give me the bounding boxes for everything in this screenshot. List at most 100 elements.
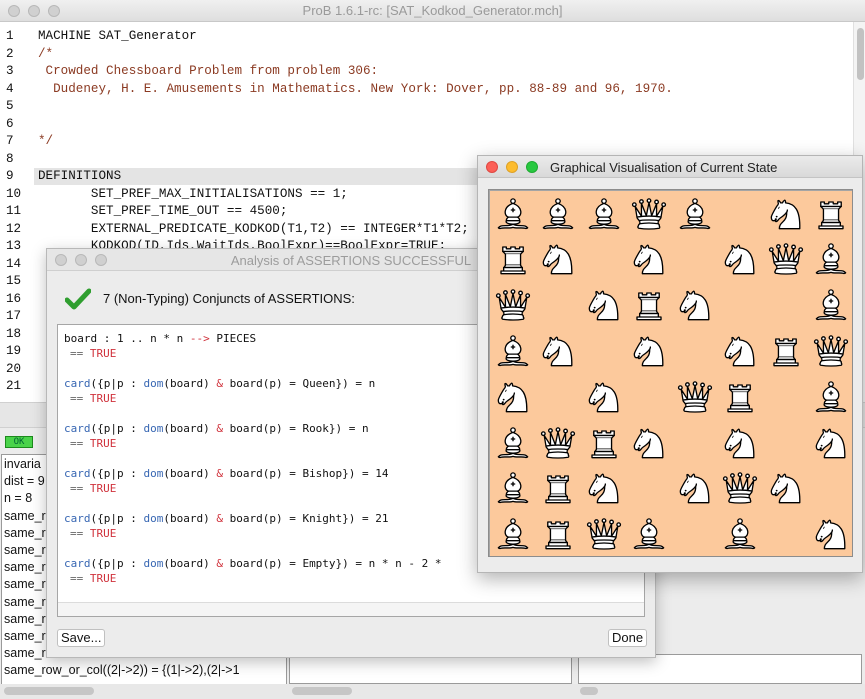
board-square[interactable]	[536, 191, 581, 236]
empty-square[interactable]	[718, 283, 763, 328]
board-square[interactable]	[536, 512, 581, 557]
vis-zoom-button[interactable]	[526, 161, 538, 173]
board-square[interactable]	[627, 191, 672, 236]
empty-square[interactable]	[763, 512, 808, 557]
board-square[interactable]	[627, 237, 672, 282]
board-square[interactable]	[809, 191, 854, 236]
bishop-icon	[497, 335, 528, 367]
code-line[interactable]: SET_PREF_TIME_OUT == 4500;	[38, 203, 288, 220]
board-square[interactable]	[490, 420, 535, 465]
empty-square[interactable]	[536, 283, 581, 328]
board-square[interactable]	[809, 512, 854, 557]
code-line[interactable]: */	[38, 133, 53, 150]
done-button[interactable]: Done	[608, 629, 648, 647]
board-square[interactable]	[627, 328, 672, 373]
code-line[interactable]: EXTERNAL_PREDICATE_KODKOD(T1,T2) == INTE…	[38, 221, 469, 238]
state-line[interactable]: same_r	[4, 611, 46, 628]
board-square[interactable]	[536, 328, 581, 373]
board-square[interactable]	[809, 237, 854, 282]
state-line[interactable]: same_r	[4, 508, 46, 525]
empty-square[interactable]	[763, 420, 808, 465]
state-line[interactable]: same_r	[4, 628, 46, 645]
vis-close-button[interactable]	[486, 161, 498, 173]
code-line[interactable]: Dudeney, H. E. Amusements in Mathematics…	[38, 81, 673, 98]
board-square[interactable]	[627, 420, 672, 465]
board-square[interactable]	[581, 466, 626, 511]
empty-square[interactable]	[672, 237, 717, 282]
chessboard[interactable]	[488, 189, 853, 557]
board-square[interactable]	[536, 466, 581, 511]
board-square[interactable]	[809, 328, 854, 373]
empty-square[interactable]	[627, 466, 672, 511]
empty-square[interactable]	[627, 374, 672, 419]
empty-square[interactable]	[809, 466, 854, 511]
state-line[interactable]: same_r	[4, 594, 46, 611]
empty-square[interactable]	[536, 374, 581, 419]
state-line[interactable]: same_r	[4, 559, 46, 576]
vis-minimize-button[interactable]	[506, 161, 518, 173]
board-square[interactable]	[809, 420, 854, 465]
operations-pane-hscroll-thumb[interactable]	[580, 687, 598, 695]
operations-pane[interactable]	[578, 654, 862, 684]
state-line[interactable]: same_row_or_col((2|->2)) = {(1|->2),(2|-…	[4, 662, 240, 679]
board-square[interactable]	[763, 328, 808, 373]
board-square[interactable]	[763, 191, 808, 236]
empty-square[interactable]	[718, 191, 763, 236]
board-square[interactable]	[672, 191, 717, 236]
board-square[interactable]	[490, 512, 535, 557]
board-square[interactable]	[672, 283, 717, 328]
state-line[interactable]: dist = 9	[4, 473, 45, 490]
empty-square[interactable]	[581, 328, 626, 373]
board-square[interactable]	[490, 328, 535, 373]
empty-square[interactable]	[672, 512, 717, 557]
board-square[interactable]	[581, 512, 626, 557]
board-square[interactable]	[672, 374, 717, 419]
state-line[interactable]: same_r	[4, 645, 46, 662]
history-pane[interactable]	[289, 654, 572, 684]
board-square[interactable]	[718, 237, 763, 282]
board-square[interactable]	[763, 466, 808, 511]
code-line[interactable]: MACHINE SAT_Generator	[38, 28, 197, 45]
board-square[interactable]	[490, 374, 535, 419]
board-square[interactable]	[809, 283, 854, 328]
board-square[interactable]	[718, 374, 763, 419]
board-square[interactable]	[718, 512, 763, 557]
board-square[interactable]	[490, 237, 535, 282]
state-line[interactable]: same_r	[4, 542, 46, 559]
knight-icon	[815, 428, 846, 458]
empty-square[interactable]	[763, 374, 808, 419]
board-square[interactable]	[581, 283, 626, 328]
board-square[interactable]	[627, 512, 672, 557]
state-line[interactable]: n = 8	[4, 490, 32, 507]
board-square[interactable]	[581, 420, 626, 465]
board-square[interactable]	[763, 237, 808, 282]
board-square[interactable]	[490, 283, 535, 328]
empty-square[interactable]	[672, 420, 717, 465]
board-square[interactable]	[490, 191, 535, 236]
code-line[interactable]: Crowded Chessboard Problem from problem …	[38, 63, 379, 80]
board-square[interactable]	[536, 420, 581, 465]
board-square[interactable]	[581, 374, 626, 419]
state-pane-hscroll-thumb[interactable]	[4, 687, 94, 695]
state-line[interactable]: invaria	[4, 456, 41, 473]
board-square[interactable]	[581, 191, 626, 236]
code-line[interactable]: /*	[38, 46, 53, 63]
board-square[interactable]	[718, 328, 763, 373]
history-pane-hscroll-thumb[interactable]	[292, 687, 352, 695]
board-square[interactable]	[490, 466, 535, 511]
board-square[interactable]	[809, 374, 854, 419]
board-square[interactable]	[718, 466, 763, 511]
board-square[interactable]	[536, 237, 581, 282]
results-horizontal-scrollbar[interactable]	[58, 602, 644, 616]
empty-square[interactable]	[581, 237, 626, 282]
board-square[interactable]	[627, 283, 672, 328]
empty-square[interactable]	[672, 328, 717, 373]
state-line[interactable]: same_r	[4, 525, 46, 542]
editor-scroll-thumb[interactable]	[857, 28, 864, 80]
empty-square[interactable]	[763, 283, 808, 328]
board-square[interactable]	[672, 466, 717, 511]
code-line[interactable]: SET_PREF_MAX_INITIALISATIONS == 1;	[38, 186, 348, 203]
board-square[interactable]	[718, 420, 763, 465]
state-line[interactable]: same_r	[4, 576, 46, 593]
save-button[interactable]: Save...	[57, 629, 106, 647]
